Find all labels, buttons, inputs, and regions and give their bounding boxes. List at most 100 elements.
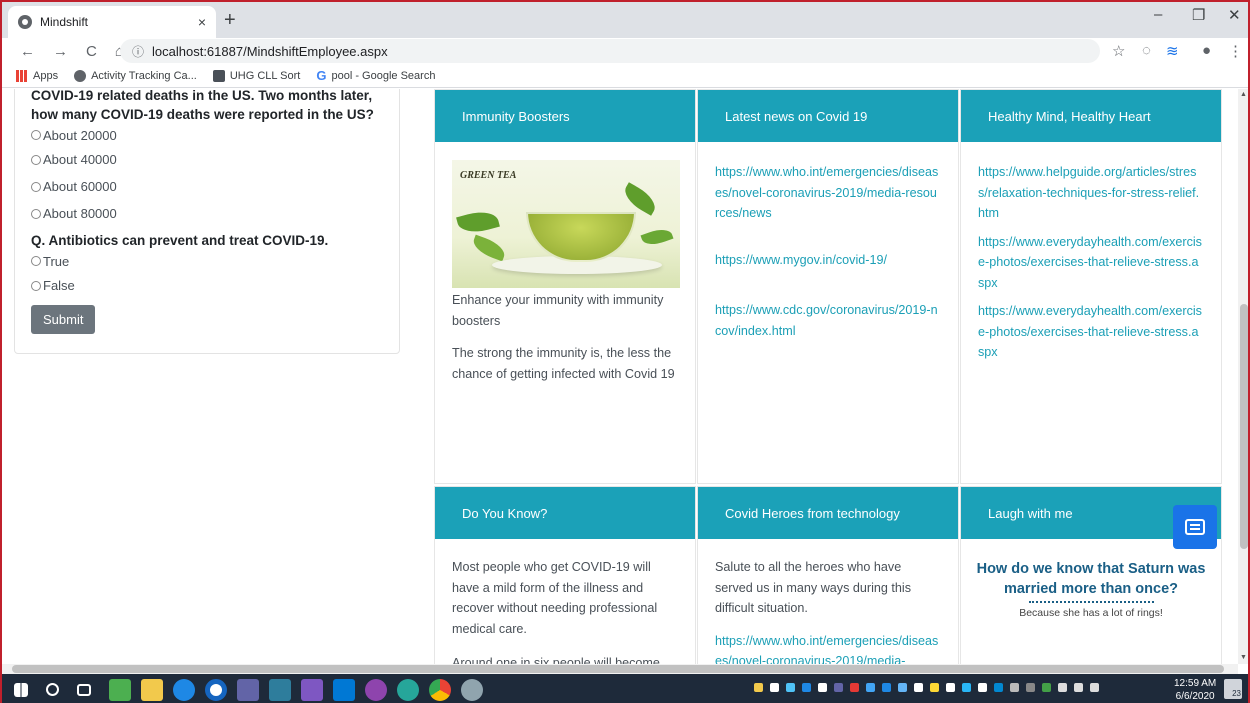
radio-button[interactable]: [31, 256, 41, 266]
forward-button[interactable]: →: [53, 43, 68, 60]
tray-icon[interactable]: [802, 683, 811, 692]
profile-icon[interactable]: ●: [1202, 42, 1211, 59]
tab-mindshift[interactable]: Mindshift ×: [8, 6, 216, 38]
scroll-up-icon[interactable]: ▲: [1240, 91, 1247, 98]
tray-icon[interactable]: [818, 683, 827, 692]
bookmark-uhg-cll-sort[interactable]: UHG CLL Sort: [212, 69, 300, 82]
bluetooth-icon[interactable]: [994, 683, 1003, 692]
leaf-shape: [456, 207, 500, 237]
minimize-button[interactable]: –: [1154, 6, 1162, 23]
browser-icon[interactable]: [205, 678, 227, 701]
battery-icon[interactable]: [1058, 683, 1067, 692]
submit-button[interactable]: Submit: [31, 305, 96, 334]
news-link-mygov[interactable]: https://www.mygov.in/covid-19/: [715, 250, 941, 271]
info-icon[interactable]: ⓘ: [132, 43, 144, 60]
option-about-60000[interactable]: About 60000: [31, 173, 383, 200]
tray-icon[interactable]: [914, 683, 923, 692]
card-header: Immunity Boosters: [435, 90, 695, 142]
scrollbar-thumb[interactable]: [12, 665, 1224, 673]
extension-2-icon[interactable]: ≋: [1166, 42, 1179, 60]
option-about-80000[interactable]: About 80000: [31, 200, 383, 227]
healthy-link-everydayhealth-1[interactable]: https://www.everydayhealth.com/exercise-…: [978, 232, 1204, 294]
tray-icon[interactable]: [786, 683, 795, 692]
teams-icon[interactable]: [237, 678, 259, 701]
option-false[interactable]: False: [31, 272, 383, 299]
tray-icon[interactable]: [866, 683, 875, 692]
option-true[interactable]: True: [31, 250, 383, 272]
bookmark-pool-search[interactable]: G pool - Google Search: [316, 68, 435, 83]
card-header: Do You Know?: [435, 487, 695, 539]
search-icon[interactable]: [46, 683, 59, 696]
notification-center-icon[interactable]: 23: [1224, 679, 1242, 699]
reload-button[interactable]: C: [86, 43, 97, 60]
healthy-link-helpguide[interactable]: https://www.helpguide.org/articles/stres…: [978, 162, 1204, 224]
tray-icon[interactable]: [882, 683, 891, 692]
menu-icon[interactable]: ⋮: [1228, 42, 1243, 60]
chat-button[interactable]: [1173, 505, 1217, 549]
network-icon[interactable]: [1074, 683, 1083, 692]
card-do-you-know: Do You Know? Most people who get COVID-1…: [434, 486, 696, 664]
system-clock[interactable]: 12:59 AM 6/6/2020: [1174, 677, 1216, 703]
back-button[interactable]: ←: [20, 43, 35, 60]
extension-icon[interactable]: ◌: [1142, 42, 1151, 59]
apps-icon: [16, 69, 28, 82]
tray-icon[interactable]: [850, 683, 859, 692]
tray-icon[interactable]: [978, 683, 987, 692]
option-about-20000[interactable]: About 20000: [31, 124, 383, 146]
radio-button[interactable]: [31, 208, 41, 219]
news-link-who[interactable]: https://www.who.int/emergencies/diseases…: [715, 162, 941, 224]
volume-icon[interactable]: [1090, 683, 1099, 692]
browser-window: Mindshift × + – ❐ ✕ ← → C ⌂ ⓘ localhost:…: [0, 0, 1250, 703]
chat-icon: [1185, 519, 1205, 535]
option-about-40000[interactable]: About 40000: [31, 146, 383, 173]
outlook-icon[interactable]: [333, 678, 355, 701]
app-icon[interactable]: [269, 678, 291, 701]
paint-icon[interactable]: [461, 678, 483, 701]
option-label: About 40000: [43, 152, 117, 167]
address-bar[interactable]: ⓘ localhost:61887/MindshiftEmployee.aspx: [120, 39, 1100, 63]
edge-icon[interactable]: [173, 678, 195, 701]
radio-button[interactable]: [31, 280, 41, 291]
notification-count: 23: [1232, 689, 1241, 698]
bookmark-activity-tracking[interactable]: Activity Tracking Ca...: [74, 69, 197, 82]
restore-button[interactable]: ❐: [1192, 6, 1205, 24]
windows-start-icon[interactable]: [14, 682, 28, 697]
healthy-link-everydayhealth-2[interactable]: https://www.everydayhealth.com/exercise-…: [978, 301, 1204, 363]
google-icon: G: [316, 68, 327, 83]
chrome-icon[interactable]: [429, 678, 451, 701]
tray-icon[interactable]: [1010, 683, 1019, 692]
tray-icon[interactable]: [930, 683, 939, 692]
tray-icon[interactable]: [1042, 683, 1051, 692]
horizontal-scrollbar[interactable]: [2, 664, 1238, 674]
close-window-button[interactable]: ✕: [1228, 6, 1241, 24]
tray-icon[interactable]: [946, 683, 955, 692]
vertical-scrollbar[interactable]: ▲ ▼: [1238, 89, 1248, 664]
star-icon[interactable]: ☆: [1112, 42, 1125, 60]
app-icon[interactable]: [109, 678, 131, 701]
app-icon[interactable]: [397, 678, 419, 701]
scroll-down-icon[interactable]: ▼: [1240, 654, 1247, 661]
scrollbar-thumb[interactable]: [1240, 304, 1248, 549]
tray-icon[interactable]: [834, 683, 843, 692]
new-tab-button[interactable]: +: [224, 9, 236, 32]
tray-icon[interactable]: [1026, 683, 1035, 692]
radio-button[interactable]: [31, 130, 41, 140]
task-view-icon[interactable]: [77, 683, 91, 696]
quiz-panel: COVID-19 related deaths in the US. Two m…: [14, 89, 400, 354]
tray-icon[interactable]: [962, 683, 971, 692]
radio-button[interactable]: [31, 154, 41, 165]
close-tab-icon[interactable]: ×: [198, 14, 206, 30]
app-icon[interactable]: [365, 678, 387, 701]
tray-icon[interactable]: [898, 683, 907, 692]
heroes-link-who[interactable]: https://www.who.int/emergencies/diseases…: [715, 631, 941, 665]
bookmark-label: Apps: [33, 69, 59, 82]
tray-icon[interactable]: [770, 683, 779, 692]
bookmark-apps[interactable]: Apps: [16, 69, 59, 82]
file-explorer-icon[interactable]: [141, 678, 163, 701]
radio-button[interactable]: [31, 181, 41, 192]
news-link-cdc[interactable]: https://www.cdc.gov/coronavirus/2019-nco…: [715, 300, 941, 341]
tray-icon[interactable]: [754, 683, 763, 692]
globe-icon: [18, 15, 32, 29]
bookmark-label: Activity Tracking Ca...: [91, 69, 197, 82]
visual-studio-icon[interactable]: [301, 678, 323, 701]
